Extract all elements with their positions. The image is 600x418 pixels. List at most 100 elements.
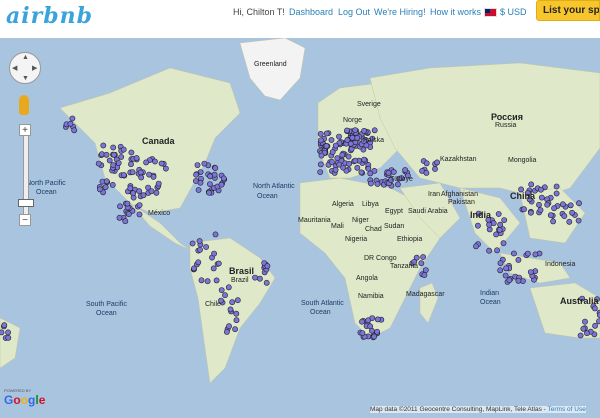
listing-marker[interactable] bbox=[528, 209, 534, 216]
listing-marker[interactable] bbox=[566, 218, 573, 225]
google-logo[interactable]: POWERED BY Google bbox=[4, 388, 45, 407]
listing-marker[interactable] bbox=[434, 159, 440, 166]
listing-marker[interactable] bbox=[110, 162, 117, 168]
listing-marker[interactable] bbox=[111, 151, 117, 158]
listing-marker[interactable] bbox=[501, 217, 508, 223]
zoom-out-button[interactable]: − bbox=[19, 214, 31, 226]
listing-marker[interactable] bbox=[354, 164, 361, 171]
listing-marker[interactable] bbox=[567, 202, 574, 209]
listing-marker[interactable] bbox=[234, 297, 241, 304]
listing-marker[interactable] bbox=[129, 169, 136, 176]
listing-marker[interactable] bbox=[418, 260, 425, 267]
listing-marker[interactable] bbox=[95, 160, 102, 167]
listing-marker[interactable] bbox=[497, 260, 504, 267]
pan-right-icon[interactable]: ▶ bbox=[32, 64, 37, 72]
listing-marker[interactable] bbox=[551, 205, 557, 212]
listing-marker[interactable] bbox=[212, 165, 219, 172]
listing-marker[interactable] bbox=[374, 316, 381, 323]
terms-of-use-link[interactable]: Terms of Use bbox=[548, 406, 586, 413]
listing-marker[interactable] bbox=[210, 265, 217, 272]
listing-marker[interactable] bbox=[506, 277, 513, 284]
listing-marker[interactable] bbox=[553, 183, 560, 190]
listing-marker[interactable] bbox=[371, 127, 378, 134]
listing-marker[interactable] bbox=[390, 169, 397, 175]
listing-marker[interactable] bbox=[500, 240, 507, 247]
listing-marker[interactable] bbox=[336, 133, 342, 140]
listing-marker[interactable] bbox=[146, 171, 152, 178]
world-map[interactable]: Greenland Canada North Pacific Ocean Nor… bbox=[0, 38, 600, 418]
listing-marker[interactable] bbox=[264, 263, 271, 269]
listing-marker[interactable] bbox=[544, 201, 551, 208]
listing-marker[interactable] bbox=[536, 201, 542, 208]
listing-marker[interactable] bbox=[515, 256, 522, 263]
listing-marker[interactable] bbox=[575, 217, 582, 224]
listing-marker[interactable] bbox=[502, 272, 509, 279]
listing-marker[interactable] bbox=[560, 201, 566, 208]
listing-marker[interactable] bbox=[352, 127, 359, 133]
listing-marker[interactable] bbox=[69, 115, 76, 122]
listing-marker[interactable] bbox=[193, 171, 199, 178]
listing-marker[interactable] bbox=[125, 211, 132, 217]
listing-marker[interactable] bbox=[521, 206, 527, 213]
listing-marker[interactable] bbox=[596, 318, 600, 325]
listing-marker[interactable] bbox=[582, 318, 588, 325]
listing-marker[interactable] bbox=[515, 277, 522, 284]
listing-marker[interactable] bbox=[138, 174, 145, 181]
listing-marker[interactable] bbox=[474, 222, 481, 229]
listing-marker[interactable] bbox=[496, 226, 503, 233]
listing-marker[interactable] bbox=[329, 159, 335, 165]
listing-marker[interactable] bbox=[222, 292, 228, 299]
listing-marker[interactable] bbox=[206, 181, 213, 187]
street-view-pegman-icon[interactable] bbox=[19, 95, 29, 115]
listing-marker[interactable] bbox=[486, 226, 493, 233]
listing-marker[interactable] bbox=[361, 156, 367, 163]
listing-marker[interactable] bbox=[115, 160, 122, 166]
pan-left-icon[interactable]: ◀ bbox=[12, 64, 17, 72]
listing-marker[interactable] bbox=[402, 167, 408, 173]
listing-marker[interactable] bbox=[100, 142, 107, 149]
listing-marker[interactable] bbox=[584, 330, 590, 337]
listing-marker[interactable] bbox=[220, 175, 227, 182]
listing-marker[interactable] bbox=[374, 328, 380, 335]
listing-marker[interactable] bbox=[212, 231, 219, 238]
listing-marker[interactable] bbox=[537, 207, 544, 213]
listing-marker[interactable] bbox=[592, 322, 598, 329]
listing-marker[interactable] bbox=[527, 269, 534, 275]
listing-marker[interactable] bbox=[233, 317, 240, 324]
listing-marker[interactable] bbox=[136, 188, 143, 195]
listing-marker[interactable] bbox=[553, 190, 560, 197]
listing-marker[interactable] bbox=[140, 192, 147, 199]
listing-marker[interactable] bbox=[473, 243, 479, 250]
listing-marker[interactable] bbox=[211, 250, 217, 257]
listing-marker[interactable] bbox=[109, 181, 116, 188]
listing-marker[interactable] bbox=[223, 328, 230, 335]
listing-marker[interactable] bbox=[347, 140, 354, 147]
listing-marker[interactable] bbox=[122, 218, 129, 225]
listing-marker[interactable] bbox=[561, 213, 568, 219]
listing-marker[interactable] bbox=[203, 244, 209, 250]
listing-marker[interactable] bbox=[367, 170, 374, 177]
listing-marker[interactable] bbox=[323, 143, 330, 149]
listing-marker[interactable] bbox=[486, 221, 492, 228]
listing-marker[interactable] bbox=[229, 299, 236, 306]
nav-how-it-works[interactable]: How it works bbox=[430, 7, 481, 17]
listing-marker[interactable] bbox=[225, 284, 232, 291]
listing-marker[interactable] bbox=[145, 184, 151, 191]
listing-marker[interactable] bbox=[349, 134, 356, 141]
listing-marker[interactable] bbox=[136, 211, 143, 218]
listing-marker[interactable] bbox=[206, 189, 212, 196]
nav-log-out[interactable]: Log Out bbox=[338, 7, 370, 17]
listing-marker[interactable] bbox=[580, 325, 587, 332]
listing-marker[interactable] bbox=[106, 157, 113, 164]
listing-marker[interactable] bbox=[525, 250, 531, 257]
listing-marker[interactable] bbox=[232, 326, 238, 333]
listing-marker[interactable] bbox=[493, 231, 499, 238]
nav-dashboard[interactable]: Dashboard bbox=[289, 7, 333, 17]
listing-marker[interactable] bbox=[577, 332, 584, 339]
listing-marker[interactable] bbox=[569, 209, 575, 216]
list-your-space-button[interactable]: List your spac bbox=[536, 0, 600, 21]
listing-marker[interactable] bbox=[5, 329, 12, 336]
listing-marker[interactable] bbox=[361, 128, 367, 134]
listing-marker[interactable] bbox=[346, 160, 352, 167]
listing-marker[interactable] bbox=[592, 305, 598, 312]
